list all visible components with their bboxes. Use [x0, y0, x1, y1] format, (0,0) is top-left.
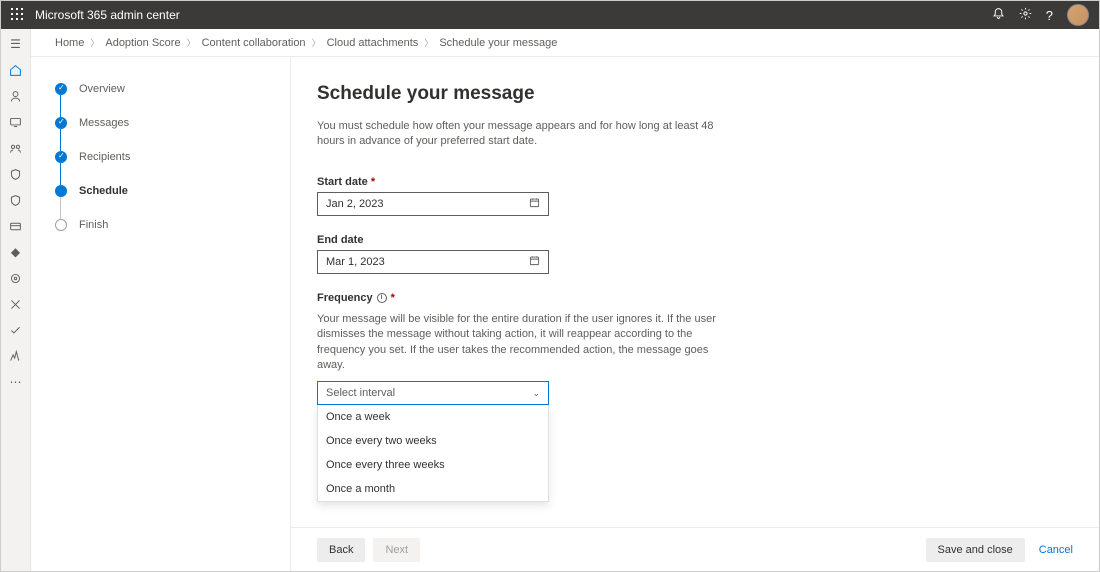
breadcrumb-item[interactable]: Adoption Score — [105, 37, 180, 49]
start-date-label: Start date * — [317, 176, 1099, 188]
page-title: Schedule your message — [317, 83, 1099, 105]
end-date-label: End date — [317, 234, 1099, 246]
cancel-button[interactable]: Cancel — [1039, 544, 1073, 556]
app-title: Microsoft 365 admin center — [35, 8, 180, 22]
rail-settings-icon[interactable] — [9, 271, 23, 285]
rail-reports-icon[interactable] — [9, 323, 23, 337]
rail-menu-icon[interactable]: ☰ — [9, 37, 23, 51]
app-launcher-icon[interactable] — [11, 8, 23, 23]
calendar-icon — [529, 255, 540, 269]
rail-devices-icon[interactable] — [9, 115, 23, 129]
frequency-label: Frequency i * — [317, 292, 1099, 304]
rail-resources-icon[interactable] — [9, 193, 23, 207]
info-icon[interactable]: i — [377, 293, 387, 303]
frequency-option[interactable]: Once a month — [318, 477, 548, 501]
settings-icon[interactable] — [1019, 7, 1032, 23]
left-icon-rail: ☰ ◆ ⋯ — [1, 29, 31, 571]
rail-more-icon[interactable]: ⋯ — [9, 375, 23, 389]
breadcrumb-item[interactable]: Schedule your message — [439, 37, 557, 49]
next-button[interactable]: Next — [373, 538, 420, 562]
start-date-input[interactable]: Jan 2, 2023 — [317, 192, 549, 216]
step-schedule[interactable]: Schedule — [55, 185, 290, 219]
frequency-help: Your message will be visible for the ent… — [317, 312, 737, 374]
rail-support-icon[interactable]: ◆ — [9, 245, 23, 259]
rail-groups-icon[interactable] — [9, 141, 23, 155]
rail-home-icon[interactable] — [9, 63, 23, 77]
back-button[interactable]: Back — [317, 538, 365, 562]
rail-users-icon[interactable] — [9, 89, 23, 103]
chevron-down-icon: ⌄ — [532, 388, 540, 399]
save-close-button[interactable]: Save and close — [926, 538, 1025, 562]
notifications-icon[interactable] — [992, 7, 1005, 23]
app-header: Microsoft 365 admin center ? — [1, 1, 1099, 29]
breadcrumb-item[interactable]: Content collaboration — [202, 37, 306, 49]
rail-roles-icon[interactable] — [9, 167, 23, 181]
wizard-footer: Back Next Save and close Cancel — [291, 527, 1099, 571]
rail-billing-icon[interactable] — [9, 219, 23, 233]
breadcrumb-item[interactable]: Cloud attachments — [327, 37, 419, 49]
page-intro: You must schedule how often your message… — [317, 119, 717, 150]
frequency-option[interactable]: Once a week — [318, 405, 548, 429]
step-recipients[interactable]: Recipients — [55, 151, 290, 185]
chevron-right-icon: 〉 — [312, 36, 321, 49]
rail-health-icon[interactable] — [9, 349, 23, 363]
chevron-right-icon: 〉 — [90, 36, 99, 49]
rail-setup-icon[interactable] — [9, 297, 23, 311]
breadcrumb: Home 〉 Adoption Score 〉 Content collabor… — [31, 29, 1099, 57]
end-date-input[interactable]: Mar 1, 2023 — [317, 250, 549, 274]
chevron-right-icon: 〉 — [424, 36, 433, 49]
calendar-icon — [529, 197, 540, 211]
step-finish[interactable]: Finish — [55, 219, 290, 253]
frequency-select[interactable]: Select interval ⌄ — [317, 381, 549, 405]
step-overview[interactable]: Overview — [55, 83, 290, 117]
user-avatar[interactable] — [1067, 4, 1089, 26]
chevron-right-icon: 〉 — [187, 36, 196, 49]
step-messages[interactable]: Messages — [55, 117, 290, 151]
wizard-stepper: Overview Messages Recipients Schedule Fi… — [31, 57, 291, 571]
frequency-dropdown: Once a week Once every two weeks Once ev… — [317, 405, 549, 502]
frequency-option[interactable]: Once every three weeks — [318, 453, 548, 477]
breadcrumb-item[interactable]: Home — [55, 37, 84, 49]
help-icon[interactable]: ? — [1046, 8, 1053, 23]
frequency-option[interactable]: Once every two weeks — [318, 429, 548, 453]
